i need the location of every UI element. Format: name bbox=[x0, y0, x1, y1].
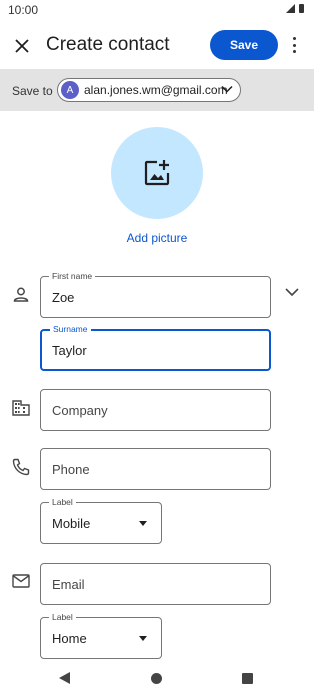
save-to-label: Save to bbox=[12, 84, 53, 98]
first-name-value: Zoe bbox=[52, 290, 75, 305]
nav-home-button[interactable] bbox=[151, 673, 162, 684]
person-icon bbox=[13, 287, 29, 302]
first-name-label: First name bbox=[49, 271, 96, 281]
phone-label-value: Mobile bbox=[52, 516, 91, 531]
dropdown-arrow-icon bbox=[139, 521, 147, 526]
battery-icon bbox=[299, 4, 304, 13]
business-icon bbox=[12, 400, 30, 416]
close-icon bbox=[15, 39, 29, 53]
more-vert-icon bbox=[292, 37, 296, 40]
email-field[interactable]: Email bbox=[40, 563, 271, 605]
expand-name-button[interactable] bbox=[284, 284, 300, 300]
phone-placeholder: Phone bbox=[52, 462, 90, 477]
email-placeholder: Email bbox=[52, 577, 85, 592]
more-options-button[interactable] bbox=[286, 36, 302, 54]
first-name-field[interactable]: First name Zoe bbox=[40, 271, 271, 318]
add-photo-icon bbox=[144, 160, 170, 186]
status-icons bbox=[286, 4, 304, 13]
save-button[interactable]: Save bbox=[210, 30, 278, 60]
add-picture-link[interactable]: Add picture bbox=[0, 231, 314, 245]
chevron-down-icon bbox=[221, 85, 233, 93]
close-button[interactable] bbox=[10, 34, 34, 58]
add-picture-button[interactable] bbox=[111, 127, 203, 219]
surname-field[interactable]: Surname Taylor bbox=[40, 324, 271, 371]
email-label-legend: Label bbox=[49, 612, 76, 622]
page-title: Create contact bbox=[46, 34, 170, 55]
company-placeholder: Company bbox=[52, 403, 108, 418]
surname-label: Surname bbox=[50, 324, 91, 334]
account-email: alan.jones.wm@gmail.com bbox=[84, 83, 228, 97]
phone-field[interactable]: Phone bbox=[40, 448, 271, 490]
email-label-value: Home bbox=[52, 631, 87, 646]
phone-icon bbox=[12, 458, 30, 476]
phone-label-select[interactable]: Label Mobile bbox=[40, 497, 162, 544]
account-avatar: A bbox=[61, 81, 79, 99]
email-icon bbox=[12, 574, 30, 588]
signal-icon bbox=[286, 4, 295, 13]
nav-recents-button[interactable] bbox=[242, 673, 253, 684]
phone-label-legend: Label bbox=[49, 497, 76, 507]
email-label-select[interactable]: Label Home bbox=[40, 612, 162, 659]
status-time: 10:00 bbox=[8, 3, 39, 17]
surname-value: Taylor bbox=[52, 343, 87, 358]
company-field[interactable]: Company bbox=[40, 389, 271, 431]
dropdown-arrow-icon bbox=[139, 636, 147, 641]
nav-back-button[interactable] bbox=[59, 672, 70, 684]
